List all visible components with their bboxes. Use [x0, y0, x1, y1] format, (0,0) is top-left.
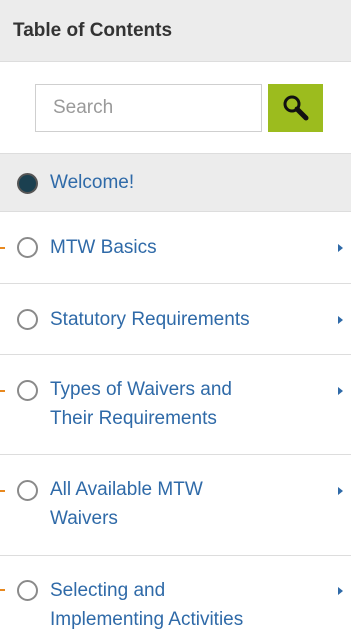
chevron-right-icon[interactable] [338, 316, 343, 324]
radio-icon [17, 309, 38, 330]
radio-icon [17, 380, 38, 401]
chevron-right-icon[interactable] [338, 387, 343, 395]
toc-panel: Table of Contents Welcome! MTW Basics St… [0, 0, 351, 634]
toc-item-statutory-requirements[interactable]: Statutory Requirements [0, 284, 351, 355]
toc-item-mtw-basics[interactable]: MTW Basics [0, 212, 351, 284]
radio-icon [17, 580, 38, 601]
search-input[interactable] [35, 84, 262, 132]
toc-item-label: Statutory Requirements [50, 309, 250, 330]
radio-icon [17, 173, 38, 194]
progress-marker-icon [0, 247, 5, 249]
toc-item-label: Types of Waivers and Their Requirements [50, 379, 232, 429]
radio-icon [17, 480, 38, 501]
progress-marker-icon [0, 490, 5, 492]
toc-title: Table of Contents [13, 19, 173, 41]
progress-marker-icon [0, 390, 5, 392]
toc-item-label: MTW Basics [50, 237, 157, 258]
chevron-right-icon[interactable] [338, 587, 343, 595]
toc-item-welcome[interactable]: Welcome! [0, 154, 351, 212]
toc-item-all-available-waivers[interactable]: All Available MTW Waivers [0, 455, 351, 556]
radio-icon [17, 237, 38, 258]
toc-item-selecting-implementing[interactable]: Selecting and Implementing Activities [0, 556, 351, 634]
progress-marker-icon [0, 589, 5, 591]
search-button[interactable] [268, 84, 323, 132]
chevron-right-icon[interactable] [338, 244, 343, 252]
search-icon [283, 95, 308, 121]
toc-item-types-of-waivers[interactable]: Types of Waivers and Their Requirements [0, 355, 351, 455]
toc-item-label: All Available MTW Waivers [50, 479, 203, 529]
toc-header: Table of Contents [0, 0, 351, 62]
toc-item-label: Welcome! [50, 172, 135, 193]
chevron-right-icon[interactable] [338, 487, 343, 495]
search-bar [0, 62, 351, 154]
toc-item-label: Selecting and Implementing Activities [50, 580, 244, 630]
